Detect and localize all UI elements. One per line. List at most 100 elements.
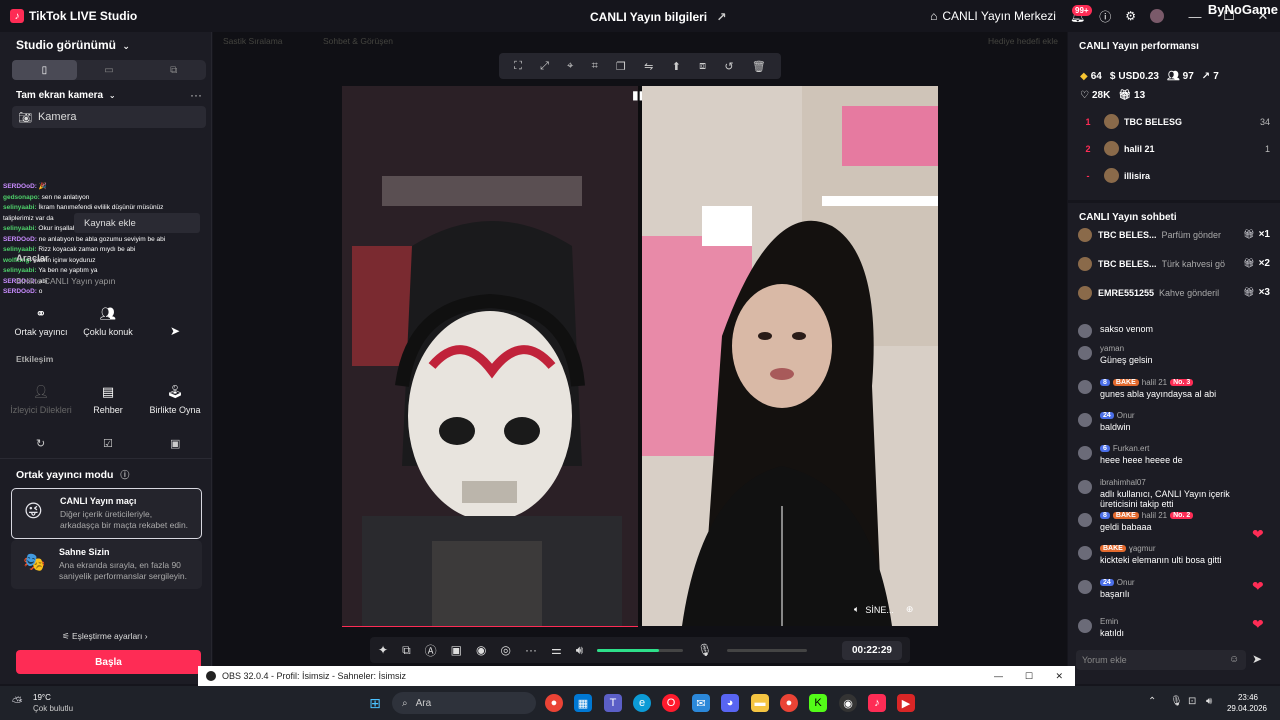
ranking-row[interactable]: 2 halil 21 1: [1078, 135, 1278, 162]
flip-icon[interactable]: ⇋: [644, 60, 653, 73]
send-icon[interactable]: ➤: [1252, 652, 1262, 666]
match-settings-link[interactable]: ⚟ Eşleştirme ayarları ›: [62, 631, 148, 642]
layers-icon[interactable]: ⧈: [699, 60, 706, 73]
multi-layout-button[interactable]: ⧉: [141, 60, 206, 80]
obs-maximize-button[interactable]: ☐: [1025, 671, 1033, 682]
team-value: BAKE: [1115, 379, 1136, 386]
magic-wand-icon[interactable]: ✦: [378, 643, 388, 657]
ai-icon[interactable]: Ⓐ: [425, 642, 437, 659]
live-center-button[interactable]: ⌂ CANLI Yayın Merkezi: [930, 9, 1056, 23]
chat-message-header: 6 Furkan.ert: [1100, 444, 1258, 453]
live-control-bar: ✦ ⧉ Ⓐ ▣ ◉ ◎ ··· ⚌ 🔊︎ 🎙︎ 00:22:29: [370, 637, 910, 663]
live-match-card[interactable]: 😜 CANLI Yayın maçı Diğer içerik üreticil…: [11, 488, 202, 539]
title-bar: ♪ TikTok LIVE Studio CANLI Yayın bilgile…: [0, 0, 1280, 32]
add-icon[interactable]: ⊕: [906, 604, 914, 615]
cohost-tile[interactable]: ⚭ Ortak yayıncı: [10, 296, 72, 346]
comment-input[interactable]: Yorum ekle: [1076, 650, 1246, 670]
camera-flip-icon[interactable]: ◎: [500, 643, 510, 657]
level-value: 6: [1103, 445, 1107, 452]
camera-source-item[interactable]: 📷︎ Kamera: [12, 106, 206, 128]
kick-icon[interactable]: K: [809, 694, 827, 712]
chat-text: Güneş gelsin: [1100, 355, 1153, 365]
guest-video: 🔈︎ SİNE... ⊕: [642, 86, 938, 626]
more-options-icon[interactable]: ···: [190, 88, 202, 102]
ranking-row[interactable]: 1 TBC BELESG 34: [1078, 108, 1278, 135]
viewer-wishes-tile[interactable]: 👤︎ İzleyici Dilekleri: [10, 374, 72, 424]
guide-tile[interactable]: ▤ Rehber: [77, 374, 139, 424]
help-button[interactable]: ⓘ: [1099, 8, 1111, 25]
microphone-icon[interactable]: 🎙︎: [697, 643, 712, 657]
expand-icon[interactable]: ⤢: [540, 60, 549, 73]
chat-overlay-user: SERDOoD:: [3, 235, 37, 243]
center-icon[interactable]: ⌖: [567, 60, 573, 73]
tray-volume-icon[interactable]: 🔊︎: [1206, 696, 1212, 707]
volume-icon[interactable]: 🔊︎: [576, 643, 584, 658]
avatar[interactable]: [1150, 9, 1164, 23]
landscape-layout-button[interactable]: ▭: [77, 60, 142, 80]
ranking-row[interactable]: - illisira: [1078, 162, 1278, 189]
multi-guest-tile[interactable]: 👥︎ Çoklu konuk: [77, 296, 139, 346]
layer-up-icon[interactable]: ⬆: [672, 60, 681, 73]
chrome-icon[interactable]: ●: [545, 694, 563, 712]
stage-card[interactable]: 🎭 Sahne Sizin Ana ekranda sırayla, en fa…: [11, 540, 202, 589]
crop-icon[interactable]: ⌗: [592, 60, 598, 73]
help-icon[interactable]: ⓘ: [120, 470, 129, 480]
studio-view-dropdown[interactable]: Studio görünümü ⌄: [16, 38, 130, 52]
live-info-button[interactable]: CANLI Yayın bilgileri ↗: [590, 10, 727, 24]
discord-icon[interactable]: ◕: [721, 694, 739, 712]
opera-icon[interactable]: O: [662, 694, 680, 712]
cohost-mode-label: Ortak yayıncı modu: [16, 469, 114, 481]
refresh-tool-icon[interactable]: ↻: [36, 437, 45, 450]
minimize-button[interactable]: —: [1178, 0, 1212, 32]
copy-icon[interactable]: ❐: [616, 60, 626, 73]
select-icon[interactable]: ⛶: [514, 60, 522, 73]
more-icon[interactable]: ···: [525, 643, 537, 657]
checklist-tool-icon[interactable]: ☑: [103, 437, 113, 450]
portrait-layout-button[interactable]: ▯: [12, 60, 77, 80]
volume-slider[interactable]: [597, 648, 684, 652]
windows-start-icon[interactable]: ⊞: [366, 694, 384, 712]
speaker-icon[interactable]: 🔈︎: [854, 604, 859, 615]
delete-icon[interactable]: 🗑︎: [752, 60, 766, 73]
effects-icon[interactable]: ⧉: [402, 643, 411, 658]
stage-desc: Ana ekranda sırayla, en fazla 90 saniyel…: [59, 560, 188, 581]
obs-minimize-button[interactable]: —: [994, 671, 1003, 681]
edge-icon[interactable]: e: [633, 694, 651, 712]
screen-icon[interactable]: ▣: [451, 643, 462, 657]
chat-username: ibrahimhal07: [1100, 478, 1146, 487]
start-live-button[interactable]: Başla: [16, 650, 201, 674]
comment-placeholder: Yorum ekle: [1082, 655, 1127, 665]
settings-button[interactable]: ⚙: [1125, 9, 1136, 23]
tiktok-studio-icon[interactable]: ♪: [868, 694, 886, 712]
box-tool-icon[interactable]: ▣: [170, 437, 180, 450]
undo-icon[interactable]: ↺: [724, 60, 733, 73]
obs-window-bar[interactable]: OBS 32.0.4 - Profil: İsimsiz - Sahneler:…: [198, 666, 1075, 686]
emoji-icon[interactable]: ☺: [1229, 654, 1239, 665]
taskbar-search[interactable]: ⌕ Ara: [392, 692, 536, 714]
teams-icon[interactable]: T: [604, 694, 622, 712]
chevron-down-icon: ⌄: [122, 41, 130, 51]
record-icon[interactable]: ◉: [476, 643, 486, 657]
store-icon[interactable]: ▦: [574, 694, 592, 712]
folder-icon[interactable]: ▬: [751, 694, 769, 712]
sliders-icon[interactable]: ⚌: [551, 643, 562, 657]
chat-message-header: 8 BAKE halil 21 No. 3: [1100, 378, 1258, 387]
tray-chevron-icon[interactable]: ⌃: [1148, 696, 1156, 707]
team-value: BAKE: [1103, 545, 1123, 552]
media-player-icon[interactable]: ▶: [897, 694, 915, 712]
obs-taskbar-icon[interactable]: ◉: [839, 694, 857, 712]
match-settings-label: Eşleştirme ayarları: [72, 631, 143, 641]
scene-dropdown[interactable]: Tam ekran kamera ⌄: [16, 90, 116, 101]
tray-mic-icon[interactable]: 🎙︎: [1170, 696, 1183, 707]
chrome-icon-2[interactable]: ●: [780, 694, 798, 712]
chat-username: yaman: [1100, 344, 1125, 353]
mic-slider[interactable]: [726, 648, 807, 652]
obs-close-button[interactable]: ✕: [1055, 671, 1063, 682]
mail-icon[interactable]: ✉: [692, 694, 710, 712]
tray-network-icon[interactable]: ⊡: [1188, 696, 1196, 707]
stat-item: $ USD0.23: [1110, 71, 1159, 82]
play-together-tile[interactable]: 🕹︎ Birlikte Oyna: [144, 374, 206, 424]
add-source-button[interactable]: Kaynak ekle: [74, 213, 200, 233]
stat-value: USD0.23: [1118, 71, 1159, 82]
performance-stats-row-2: ♡ 28K 🎁︎ 13: [1080, 85, 1153, 103]
